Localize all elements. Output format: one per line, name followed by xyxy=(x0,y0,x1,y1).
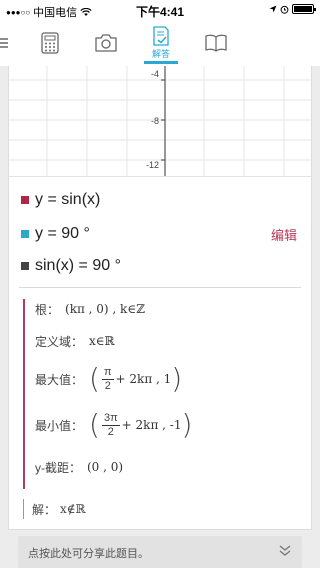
roots-label: 根： xyxy=(35,302,60,317)
domain-label: 定义域： xyxy=(35,334,84,349)
location-icon xyxy=(269,5,277,13)
roots-value: (kπ , 0) , k∈ℤ xyxy=(65,302,145,316)
solution-label: 解： xyxy=(32,502,57,517)
active-tab-indicator xyxy=(144,61,178,64)
domain-value: x∈ℝ xyxy=(89,334,115,348)
divider xyxy=(19,287,301,288)
expression-2-text: y = 90 ° xyxy=(35,225,90,242)
series-color-swatch xyxy=(21,196,29,204)
series-color-swatch xyxy=(21,262,29,270)
edit-button[interactable]: 编辑 xyxy=(271,225,297,244)
domain-row: 定义域： x∈ℝ xyxy=(35,331,115,351)
status-bar: ●●●○○ 中国电信 下午4:41 xyxy=(0,0,320,20)
expression-2[interactable]: y = 90 ° xyxy=(21,225,90,243)
solution-row: 解： x∉ℝ xyxy=(23,499,86,519)
calculator-button[interactable] xyxy=(36,20,64,66)
toolbar: 解答 xyxy=(0,20,320,66)
double-chevron-down-icon[interactable] xyxy=(278,544,292,558)
camera-button[interactable] xyxy=(92,20,120,66)
min-label: 最小值： xyxy=(35,418,84,433)
max-value-rest: + 2kπ , 1 xyxy=(115,372,172,386)
max-fraction: π 2 xyxy=(101,365,114,392)
max-row: 最大值： ( π 2 + 2kπ , 1 ) xyxy=(35,362,183,395)
expression-1[interactable]: y = sin(x) xyxy=(21,191,100,209)
min-value-rest: + 2kπ , -1 xyxy=(121,418,182,432)
alarm-icon xyxy=(280,5,289,14)
min-row: 最小值： ( 3π 2 + 2kπ , -1 ) xyxy=(35,408,193,441)
book-button[interactable] xyxy=(202,20,230,66)
expression-1-text: y = sin(x) xyxy=(35,191,101,208)
result-card: y = sin(x) y = 90 ° 编辑 sin(x) = 90 ° 根： … xyxy=(8,176,312,530)
expression-3-text: sin(x) = 90 ° xyxy=(35,257,121,274)
tab-solve[interactable]: 解答 xyxy=(144,20,178,66)
y-tick-label: -4 xyxy=(151,69,159,79)
solution-value: x∉ℝ xyxy=(60,502,86,516)
roots-row: 根： (kπ , 0) , k∈ℤ xyxy=(35,299,145,319)
expression-3[interactable]: sin(x) = 90 ° xyxy=(21,257,121,275)
share-text: 点按此处可分享此题目。 xyxy=(28,548,149,560)
solve-icon xyxy=(153,26,169,46)
min-fraction: 3π 2 xyxy=(101,411,120,438)
status-right xyxy=(269,4,316,14)
y-intercept-row: y-截距： (0 , 0) xyxy=(35,457,123,477)
series-color-swatch xyxy=(21,230,29,238)
graph-panel[interactable]: -4 -8 -12 xyxy=(8,66,312,176)
y-intercept-value: (0 , 0) xyxy=(87,460,124,474)
y-intercept-label: y-截距： xyxy=(35,460,81,475)
menu-button[interactable] xyxy=(0,20,10,66)
y-tick-label: -8 xyxy=(151,116,159,126)
max-label: 最大值： xyxy=(35,372,84,387)
menu-icon xyxy=(0,38,8,48)
battery-icon xyxy=(292,4,316,14)
calculator-icon xyxy=(41,32,59,54)
analysis-results: 根： (kπ , 0) , k∈ℤ 定义域： x∈ℝ 最大值： ( π 2 + … xyxy=(23,299,303,489)
y-tick-label: -12 xyxy=(146,160,159,170)
book-icon xyxy=(205,34,227,52)
graph-canvas[interactable]: -4 -8 -12 xyxy=(9,66,312,176)
share-bar[interactable]: 点按此处可分享此题目。 xyxy=(18,536,302,568)
camera-icon xyxy=(95,34,117,52)
tab-solve-label: 解答 xyxy=(151,49,170,59)
